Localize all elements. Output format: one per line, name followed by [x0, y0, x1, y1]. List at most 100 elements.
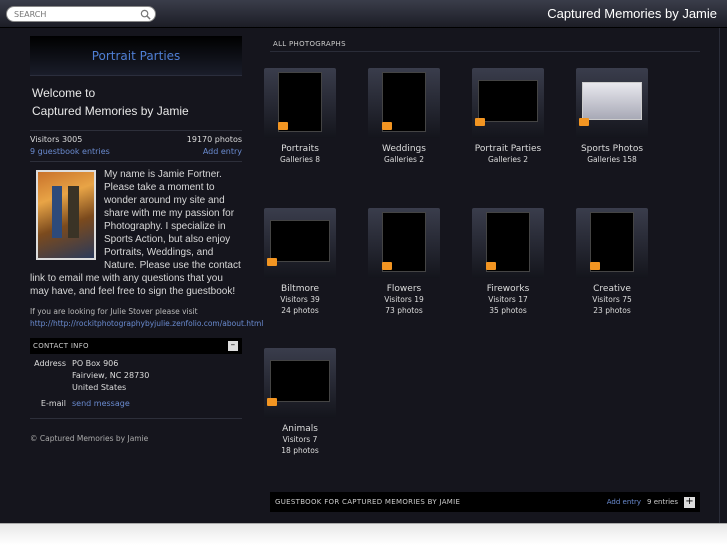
gallery-name[interactable]: Creative — [560, 284, 664, 294]
guestbook-links: 9 guestbook entries Add entry — [30, 147, 242, 162]
image-icon — [486, 262, 496, 270]
gallery-tile[interactable]: Biltmore Visitors 39 24 photos — [248, 208, 352, 316]
visitor-count: Visitors 3005 — [30, 135, 83, 144]
collapse-icon[interactable]: – — [228, 341, 238, 351]
category-title[interactable]: Portrait Parties — [30, 36, 242, 76]
gallery-name[interactable]: Weddings — [352, 144, 456, 154]
gallery-name[interactable]: Animals — [248, 424, 352, 434]
gallery-name[interactable]: Sports Photos — [560, 144, 664, 154]
search-box[interactable] — [6, 6, 156, 22]
julie-text: If you are looking for Julie Stover plea… — [30, 307, 198, 316]
gallery-thumbnail[interactable] — [264, 68, 336, 138]
guestbook-add-entry-link[interactable]: Add entry — [607, 498, 641, 506]
search-input[interactable] — [14, 9, 134, 19]
gallery-meta: Visitors 7 — [282, 435, 318, 444]
address-line: PO Box 906 — [72, 359, 119, 368]
gallery-thumbnail[interactable] — [576, 68, 648, 138]
gallery-meta: 73 photos — [385, 306, 423, 315]
image-icon — [267, 398, 277, 406]
gallery-thumbnail[interactable] — [576, 208, 648, 278]
site-stats: Visitors 3005 19170 photos — [30, 130, 242, 144]
guestbook-entry-count: 9 entries — [647, 498, 678, 506]
bio-section: My name is Jamie Fortner. Please take a … — [30, 168, 242, 298]
folder-icon — [278, 122, 288, 130]
gallery-meta: 18 photos — [281, 446, 319, 455]
welcome-line2: Captured Memories by Jamie — [32, 104, 189, 118]
gallery-meta: Galleries 2 — [487, 155, 529, 164]
main-content: ALL PHOTOGRAPHS Portraits Galleries 8 We… — [264, 36, 700, 488]
gallery-meta: Visitors 75 — [592, 295, 632, 304]
gallery-tile[interactable]: Portraits Galleries 8 — [248, 68, 352, 165]
gallery-meta: 24 photos — [281, 306, 319, 315]
gallery-meta: Galleries 158 — [587, 155, 637, 164]
image-icon — [590, 262, 600, 270]
guestbook-bar: GUESTBOOK FOR CAPTURED MEMORIES BY JAMIE… — [270, 492, 700, 512]
gallery-tile[interactable]: Creative Visitors 75 23 photos — [560, 208, 664, 316]
folder-icon — [579, 118, 589, 126]
gallery-thumbnail[interactable] — [264, 208, 336, 278]
thumbnail-frame — [582, 82, 642, 120]
welcome-line1: Welcome to — [32, 86, 96, 100]
browser-status-bar — [0, 523, 727, 545]
folder-icon — [475, 118, 485, 126]
section-heading: ALL PHOTOGRAPHS — [270, 36, 700, 52]
gallery-tile[interactable]: Animals Visitors 7 18 photos — [248, 348, 352, 456]
add-entry-link[interactable]: Add entry — [203, 147, 242, 156]
guestbook-actions: Add entry 9 entries + — [607, 496, 695, 508]
email-label: E-mail — [40, 399, 66, 408]
guestbook-entries-link[interactable]: 9 guestbook entries — [30, 147, 110, 156]
profile-photo — [36, 170, 96, 260]
gallery-name[interactable]: Portraits — [248, 144, 352, 154]
gallery-meta: Galleries 8 — [279, 155, 321, 164]
image-icon — [267, 258, 277, 266]
gallery-name[interactable]: Portrait Parties — [456, 144, 560, 154]
thumbnail-frame — [270, 360, 330, 402]
thumbnail-frame — [270, 220, 330, 262]
site-title[interactable]: Captured Memories by Jamie — [547, 6, 717, 21]
julie-note: If you are looking for Julie Stover plea… — [30, 306, 263, 330]
gallery-tile[interactable]: Weddings Galleries 2 — [352, 68, 456, 165]
gallery-thumbnail[interactable] — [264, 348, 336, 418]
gallery-tile[interactable]: Sports Photos Galleries 158 — [560, 68, 664, 165]
image-icon — [382, 262, 392, 270]
expand-icon[interactable]: + — [684, 496, 695, 508]
gallery-meta: Galleries 2 — [383, 155, 425, 164]
email-row: E-mail send message — [30, 398, 242, 410]
contact-info-title: CONTACT INFO — [33, 342, 89, 350]
gallery-meta: 35 photos — [489, 306, 527, 315]
search-icon[interactable] — [140, 9, 151, 20]
gallery-meta: Visitors 39 — [280, 295, 320, 304]
gallery-name[interactable]: Fireworks — [456, 284, 560, 294]
gallery-name[interactable]: Flowers — [352, 284, 456, 294]
contact-info-header[interactable]: CONTACT INFO – — [30, 338, 242, 354]
scrollbar-track[interactable] — [719, 28, 727, 523]
top-bar: Captured Memories by Jamie — [0, 0, 727, 28]
address-row: Address PO Box 906 Fairview, NC 28730 Un… — [30, 358, 242, 394]
address-line: United States — [72, 383, 127, 392]
address-label: Address — [34, 359, 66, 368]
gallery-meta: Visitors 17 — [488, 295, 528, 304]
address-value: PO Box 906 Fairview, NC 28730 United Sta… — [72, 358, 149, 394]
divider — [30, 418, 242, 419]
gallery-thumbnail[interactable] — [472, 208, 544, 278]
photo-figure — [68, 186, 79, 238]
thumbnail-frame — [478, 80, 538, 122]
guestbook-title: GUESTBOOK FOR CAPTURED MEMORIES BY JAMIE — [275, 498, 461, 506]
gallery-grid: Portraits Galleries 8 Weddings Galleries… — [264, 68, 700, 488]
gallery-thumbnail[interactable] — [368, 68, 440, 138]
folder-icon — [382, 122, 392, 130]
welcome-heading: Welcome to Captured Memories by Jamie — [30, 80, 242, 124]
send-message-link[interactable]: send message — [72, 398, 130, 410]
gallery-name[interactable]: Biltmore — [248, 284, 352, 294]
photo-count: 19170 photos — [186, 135, 242, 144]
copyright: © Captured Memories by Jamie — [30, 434, 149, 443]
sidebar: Portrait Parties Welcome to Captured Mem… — [30, 36, 263, 443]
gallery-tile[interactable]: Portrait Parties Galleries 2 — [456, 68, 560, 165]
photo-figure — [52, 186, 62, 238]
gallery-meta: Visitors 19 — [384, 295, 424, 304]
gallery-thumbnail[interactable] — [368, 208, 440, 278]
julie-link[interactable]: http://http://rockitphotographybyjulie.z… — [30, 319, 263, 328]
gallery-tile[interactable]: Fireworks Visitors 17 35 photos — [456, 208, 560, 316]
gallery-thumbnail[interactable] — [472, 68, 544, 138]
gallery-tile[interactable]: Flowers Visitors 19 73 photos — [352, 208, 456, 316]
